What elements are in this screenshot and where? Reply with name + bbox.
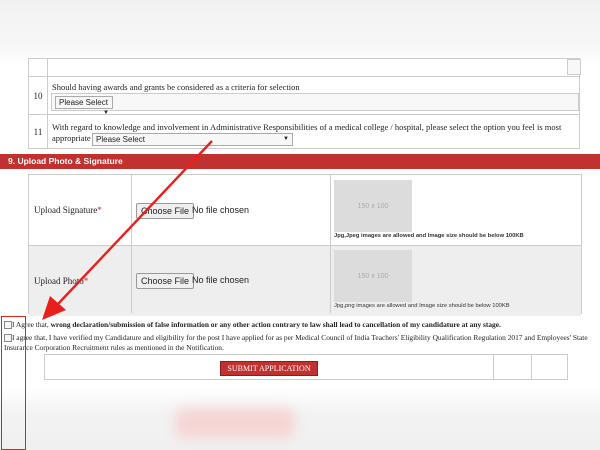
- file-status: No file chosen: [192, 205, 250, 215]
- select-value: Please Select: [59, 98, 108, 107]
- table-row: [28, 58, 581, 77]
- field-label: Upload Photo*: [34, 276, 88, 286]
- agree-eligibility-text-continued: Insurance Corporation Recruitment rules …: [4, 343, 224, 352]
- label-text: Upload Signature: [34, 205, 98, 215]
- question-row-10: 10 Should having awards and grants be co…: [28, 76, 580, 116]
- section-header: 9. Upload Photo & Signature: [0, 154, 600, 169]
- divider: [131, 175, 132, 313]
- question-number: 11: [29, 115, 48, 148]
- upload-photo-row: Upload Photo* Choose File No file chosen…: [29, 246, 581, 316]
- chevron-down-icon: ▼: [283, 136, 289, 142]
- upload-table: Upload Signature* Choose File No file ch…: [28, 174, 582, 316]
- file-hint: Jpg,png images are allowed and Image siz…: [334, 303, 510, 309]
- select-wrapper: [51, 93, 579, 111]
- choose-file-button[interactable]: Choose File: [136, 273, 195, 289]
- choose-file-button[interactable]: Choose File: [136, 203, 195, 219]
- highlight-box: [1, 316, 26, 450]
- signature-preview: 150 x 100: [334, 180, 412, 232]
- question-number: 10: [29, 77, 48, 114]
- required-mark: *: [97, 205, 102, 215]
- upload-signature-row: Upload Signature* Choose File No file ch…: [29, 175, 581, 245]
- row-number-cell: [29, 59, 48, 76]
- file-status: No file chosen: [192, 275, 250, 285]
- agree-bold: wrong declaration/submission of false in…: [50, 320, 501, 329]
- agree-declaration-text: I Agree that, wrong declaration/submissi…: [12, 320, 501, 330]
- select-field[interactable]: [567, 59, 581, 75]
- agree-eligibility-text: I agree that, I have verified my Candida…: [12, 333, 588, 342]
- submit-application-button[interactable]: SUBMIT APPLICATION: [220, 361, 318, 376]
- divider: [493, 355, 494, 379]
- divider: [330, 175, 331, 313]
- admin-responsibility-select[interactable]: Please Select ▼: [92, 133, 293, 146]
- select-value: Please Select: [96, 135, 145, 144]
- blurred-button: [175, 408, 295, 438]
- question-row-11: 11 With regard to knowledge and involvem…: [28, 114, 580, 149]
- label-text: Upload Photo: [34, 276, 84, 286]
- blurred-header: [0, 0, 600, 66]
- question-text: Should having awards and grants be consi…: [52, 82, 300, 92]
- file-hint: Jpg,Jpeg images are allowed and Image si…: [334, 233, 524, 239]
- photo-preview: 150 x 100: [334, 250, 412, 302]
- question-text-continued: appropriate: [52, 133, 91, 143]
- question-text: With regard to knowledge and involvement…: [52, 122, 562, 132]
- blurred-footer: [0, 388, 600, 450]
- criteria-select[interactable]: Please Select ▼: [55, 96, 113, 116]
- field-label: Upload Signature*: [34, 205, 102, 215]
- required-mark: *: [83, 276, 89, 286]
- divider: [531, 355, 532, 379]
